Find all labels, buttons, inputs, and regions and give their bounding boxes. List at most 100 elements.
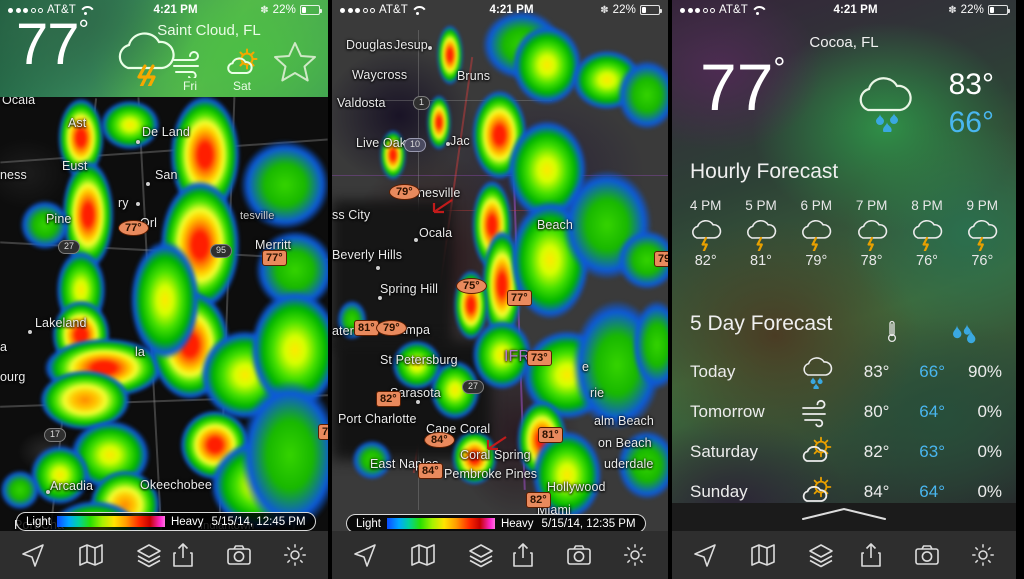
bluetooth-icon: ✽ [948,4,957,16]
day-high-temp: 83° [863,362,890,381]
map-city-label: ourg [0,370,26,384]
layers-button[interactable] [806,540,836,570]
highway-shield: 1 [413,96,431,110]
map-city-label: la [135,345,145,359]
locate-button[interactable] [350,540,380,570]
current-temperature: 77° [700,52,786,121]
temp-value: 77 [700,50,774,124]
gear-icon [284,544,306,566]
map-temp-badge[interactable]: 82° [376,391,401,407]
map-city-label: Eust [62,159,88,173]
hourly-item[interactable]: 7 PM 78° [846,198,898,269]
locate-button[interactable] [690,540,720,570]
share-button[interactable] [856,540,886,570]
hour-label: 6 PM [800,198,833,213]
settings-button[interactable] [280,540,310,570]
location-name: Cocoa, FL [809,34,879,51]
thunderstorm-icon [691,219,721,251]
map-temp-badge[interactable]: 79° [376,320,407,336]
map-temp-badge[interactable]: 82° [526,492,551,508]
map-city-label: San [155,168,178,182]
camera-button[interactable] [224,540,254,570]
map-city-label: De Land [142,125,190,139]
hour-label: 8 PM [911,198,943,213]
map-city-label: Valdosta [337,96,386,110]
map-temp-badge[interactable]: 77° [118,220,149,236]
map-temp-badge[interactable]: 84° [418,463,443,479]
wifi-icon [412,6,423,15]
share-icon [173,543,193,567]
status-signal-group: AT&T [340,4,423,16]
map-button[interactable] [748,540,778,570]
map-temp-badge[interactable]: 77° [507,290,532,306]
settings-button[interactable] [620,540,650,570]
map-city-label: Lakeland [35,316,87,330]
map-city-label: Douglas [346,38,393,52]
signal-dots-icon [340,7,375,13]
map-icon [79,544,103,566]
daily-row-saturday[interactable]: Saturday 82° 63° 0% [672,432,1016,472]
map-city-label: Bruns [457,69,491,83]
share-button[interactable] [168,540,198,570]
hourly-item[interactable]: 5 PM 81° [735,198,787,269]
map-city-label: Waycross [352,68,408,82]
gear-icon [972,544,994,566]
star-outline-icon[interactable] [272,39,318,83]
reflectivity-color-ramp [56,516,165,527]
battery-percent: 22% [960,4,984,16]
thunderstorm-icon [968,219,998,251]
right-toolbar [672,531,1016,579]
layers-button[interactable] [466,540,496,570]
map-temp-badge[interactable]: 81° [538,427,563,443]
hourly-item[interactable]: 8 PM 76° [901,198,953,269]
wifi-icon [752,6,763,15]
drawer-handle[interactable] [672,503,1016,531]
map-temp-badge[interactable]: 7 [318,424,328,440]
forecast-day-sat[interactable]: Sat [222,48,262,93]
forecast-day-fri[interactable]: Fri [170,48,210,93]
layers-button[interactable] [134,540,164,570]
map-temp-badge[interactable]: 77° [262,250,287,266]
mid-radar-map[interactable]: Douglas Jesup Waycross Bruns Valdosta Li… [332,0,668,579]
map-city-label: St Petersburg [380,353,458,367]
map-icon [411,544,435,566]
hourly-item[interactable]: 6 PM 79° [790,198,842,269]
day-precip-chance: 0% [977,442,1003,461]
daily-row-today[interactable]: Today 83° 66° 90% [672,352,1016,392]
daily-row-tomorrow[interactable]: Tomorrow 80° 64° 0% [672,392,1016,432]
map-city-label: Pembroke Pines [444,467,538,481]
map-temp-badge[interactable]: 73° [527,350,552,366]
left-status-bar: AT&T 4:21 PM ✽ 22% [0,0,328,20]
day-low-temp: 66° [919,362,945,381]
day-label: Today [690,362,736,381]
settings-button[interactable] [968,540,998,570]
today-low-temp: 66° [948,106,994,139]
map-city-label: Jesup [394,38,428,52]
camera-button[interactable] [912,540,942,570]
map-city-label: Jac [450,134,470,148]
hour-temp: 76° [971,253,994,269]
map-temp-badge[interactable]: 79° [389,184,420,200]
carrier-name: AT&T [719,4,748,16]
hourly-item[interactable]: 9 PM 76° [956,198,1008,269]
hourly-item[interactable]: 4 PM 82° [680,198,732,269]
map-temp-badge[interactable]: 84° [424,432,455,448]
map-button[interactable] [408,540,438,570]
day-low-temp: 64° [919,402,945,421]
battery-percent: 22% [272,4,296,16]
status-right-group: ✽ 22% [600,4,662,16]
camera-button[interactable] [564,540,594,570]
map-temp-badge[interactable]: 75° [456,278,487,294]
map-temp-badge[interactable]: 81° [354,320,379,336]
camera-icon [567,545,591,565]
degree-symbol: ° [773,52,786,85]
share-button[interactable] [508,540,538,570]
map-button[interactable] [76,540,106,570]
battery-icon [988,5,1010,15]
highway-shield: 27 [462,380,485,394]
share-icon [513,543,533,567]
map-temp-badge[interactable]: 79° [654,251,668,267]
locate-button[interactable] [18,540,48,570]
map-city-label: ater [332,324,354,338]
map-city-label: Ast [68,116,87,130]
